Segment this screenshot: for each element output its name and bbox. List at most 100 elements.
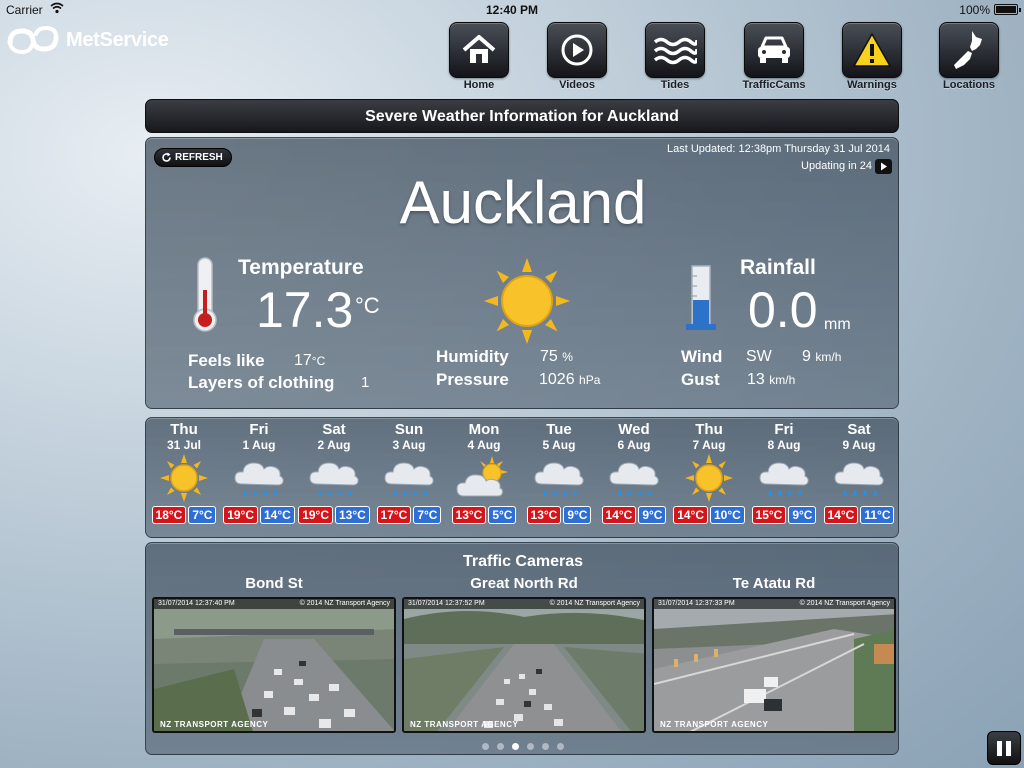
- camera-name: Great North Rd: [470, 575, 578, 592]
- forecast-date: 31 Jul: [166, 438, 202, 452]
- forecast-icon: [672, 452, 746, 504]
- layers-value: 1: [361, 374, 370, 391]
- min-temp: 11°C: [860, 506, 895, 524]
- traffic-photo: [404, 599, 644, 731]
- forecast-day[interactable]: Sun 3 Aug 17°C 7°C: [372, 422, 446, 524]
- rain-cloud-icon: [834, 462, 884, 495]
- nav-videos-button[interactable]: Videos: [537, 22, 617, 91]
- layers-label: Layers of clothing: [188, 373, 335, 392]
- traffic-cam-great-north-rd[interactable]: Great North Rd 31/07/2014 12:37:52 PM © 2…: [402, 575, 646, 733]
- home-icon: [462, 35, 496, 63]
- camera-image[interactable]: 31/07/2014 12:37:33 PM © 2014 NZ Transpor…: [652, 597, 896, 733]
- max-temp: 13°C: [451, 506, 487, 524]
- min-temp: 13°C: [335, 506, 370, 524]
- rain-cloud-icon: [534, 462, 584, 495]
- min-temp: 5°C: [488, 506, 517, 524]
- camera-image[interactable]: 31/07/2014 12:37:40 PM © 2014 NZ Transpor…: [152, 597, 396, 733]
- nav-locations-button[interactable]: Locations: [929, 22, 1009, 91]
- rain-cloud-icon: [609, 462, 659, 495]
- pressure-label: Pressure: [436, 370, 509, 389]
- forecast-icon: [447, 452, 521, 504]
- refresh-label: REFRESH: [175, 152, 223, 163]
- forecast-date: 4 Aug: [467, 438, 501, 452]
- forecast-day-name: Mon: [468, 421, 500, 438]
- traffic-cam-bond-st[interactable]: Bond St 31/07/2014 12:37:40 PM © 2014 NZ …: [152, 575, 396, 733]
- max-temp: 14°C: [823, 506, 859, 524]
- min-temp: 14°C: [260, 506, 295, 524]
- min-temp: 10°C: [710, 506, 745, 524]
- forecast-icon: [747, 452, 821, 504]
- min-temp: 7°C: [188, 506, 217, 524]
- temperature-unit: °C: [355, 293, 380, 318]
- battery-percent: 100%: [959, 3, 990, 17]
- min-temp: 7°C: [413, 506, 442, 524]
- nz-map-icon: [954, 31, 982, 69]
- rain-cloud-icon: [384, 462, 434, 495]
- gust-speed: 13 km/h: [747, 371, 796, 388]
- camera-name: Te Atatu Rd: [732, 575, 816, 592]
- forecast-day[interactable]: Wed 6 Aug 14°C 9°C: [597, 422, 671, 524]
- forecast-day[interactable]: Sat 9 Aug 14°C 11°C: [822, 422, 896, 524]
- page-dot[interactable]: [512, 743, 519, 750]
- nav-tides-label: Tides: [660, 79, 690, 91]
- camera-image[interactable]: 31/07/2014 12:37:52 PM © 2014 NZ Transpor…: [402, 597, 646, 733]
- wind-label: Wind: [681, 347, 723, 366]
- forecast-day[interactable]: Sat 2 Aug 19°C 13°C: [297, 422, 371, 524]
- forecast-date: 5 Aug: [542, 438, 576, 452]
- max-temp: 19°C: [298, 506, 333, 524]
- forecast-day[interactable]: Mon 4 Aug 13°C 5°C: [447, 422, 521, 524]
- page-dot[interactable]: [527, 743, 534, 750]
- sun-icon: [685, 454, 733, 502]
- page-dot[interactable]: [542, 743, 549, 750]
- forecast-day-name: Sat: [322, 421, 346, 438]
- nav-trafficcams-button[interactable]: TrafficCams: [734, 22, 814, 91]
- forecast-date: 7 Aug: [692, 438, 726, 452]
- temperature-title: Temperature: [238, 256, 364, 279]
- nav-home-label: Home: [463, 79, 495, 91]
- forecast-day-name: Sun: [394, 421, 424, 438]
- feels-like-value: 17°C: [294, 352, 326, 369]
- waves-icon: [653, 37, 697, 65]
- max-temp: 14°C: [673, 506, 708, 524]
- page-dot[interactable]: [482, 743, 489, 750]
- page-dot[interactable]: [557, 743, 564, 750]
- forecast-date: 1 Aug: [242, 438, 276, 452]
- severe-weather-button[interactable]: Severe Weather Information for Auckland: [145, 99, 899, 133]
- nav-warnings-button[interactable]: Warnings: [832, 22, 912, 91]
- forecast-day[interactable]: Fri 1 Aug 19°C 14°C: [222, 422, 296, 524]
- clock: 12:40 PM: [485, 3, 539, 17]
- refresh-button[interactable]: REFRESH: [154, 148, 232, 167]
- forecast-date: 9 Aug: [842, 438, 876, 452]
- humidity-label: Humidity: [436, 347, 509, 366]
- min-temp: 9°C: [563, 506, 592, 524]
- partly-cloudy-icon: [456, 456, 508, 497]
- traffic-cameras-panel: Traffic Cameras Bond St 31/07/2014 12:37…: [145, 542, 899, 755]
- metservice-logo-icon: [7, 25, 59, 55]
- nav-tides-button[interactable]: Tides: [635, 22, 715, 91]
- forecast-day[interactable]: Tue 5 Aug 13°C 9°C: [522, 422, 596, 524]
- forecast-day-name: Fri: [249, 421, 269, 438]
- traffic-cameras-title: Traffic Cameras: [462, 553, 584, 570]
- max-temp: 14°C: [601, 506, 637, 524]
- forecast-day[interactable]: Thu 31 Jul 18°C 7°C: [147, 422, 221, 524]
- nav-home-button[interactable]: Home: [439, 22, 519, 91]
- forecast-icon: [597, 452, 671, 504]
- forecast-day[interactable]: Thu 7 Aug 14°C 10°C: [672, 422, 746, 524]
- current-conditions-panel: REFRESH Last Updated: 12:38pm Thursday 3…: [145, 137, 899, 409]
- forecast-icon: [522, 452, 596, 504]
- page-indicator[interactable]: [146, 743, 900, 750]
- traffic-cam-te-atatu-rd[interactable]: Te Atatu Rd 31/07/2014 12:37:33 PM © 2014…: [652, 575, 896, 733]
- thermometer-icon: [193, 257, 217, 332]
- rainfall-title: Rainfall: [740, 256, 816, 279]
- forecast-day[interactable]: Fri 8 Aug 15°C 9°C: [747, 422, 821, 524]
- forecast-day-name: Tue: [546, 421, 572, 438]
- max-temp: 19°C: [223, 506, 258, 524]
- forecast-day-name: Thu: [695, 421, 723, 438]
- rainfall-value: 0.0: [748, 282, 818, 338]
- page-dot[interactable]: [497, 743, 504, 750]
- forecast-icon: [147, 452, 221, 504]
- min-temp: 9°C: [788, 506, 817, 524]
- pause-button[interactable]: [987, 731, 1021, 765]
- nzta-watermark: NZ TRANSPORT AGENCY: [410, 720, 519, 729]
- forecast-date: 8 Aug: [767, 438, 801, 452]
